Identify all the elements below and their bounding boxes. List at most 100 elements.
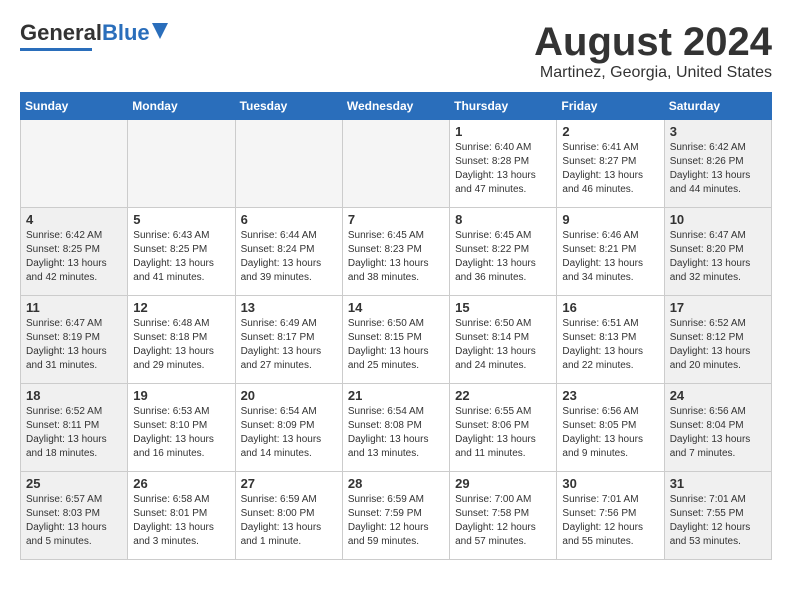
calendar-cell: 19Sunrise: 6:53 AM Sunset: 8:10 PM Dayli… (128, 384, 235, 472)
day-number: 21 (348, 388, 444, 403)
day-info: Sunrise: 7:00 AM Sunset: 7:58 PM Dayligh… (455, 493, 551, 549)
month-title: August 2024 (534, 20, 772, 64)
week-row-2: 4 Sunrise: 6:42 AM Sunset: 8:25 PM Daylig… (21, 208, 772, 296)
day-number: 27 (241, 476, 337, 491)
calendar-cell (235, 120, 342, 208)
day-number: 24 (670, 388, 766, 403)
calendar-cell: 18 Sunrise: 6:52 AM Sunset: 8:11 PM Dayli… (21, 384, 128, 472)
calendar-table: Sunday Monday Tuesday Wednesday Thursday… (20, 92, 772, 560)
day-number: 25 (26, 476, 122, 491)
day-number: 13 (241, 300, 337, 315)
calendar-cell (342, 120, 449, 208)
calendar-header-row: Sunday Monday Tuesday Wednesday Thursday… (21, 93, 772, 120)
logo-blue: Blue (102, 20, 150, 46)
calendar-cell: 4 Sunrise: 6:42 AM Sunset: 8:25 PM Daylig… (21, 208, 128, 296)
calendar-cell: 14Sunrise: 6:50 AM Sunset: 8:15 PM Dayli… (342, 296, 449, 384)
calendar-cell: 8Sunrise: 6:45 AM Sunset: 8:22 PM Daylig… (450, 208, 557, 296)
calendar-cell: 10Sunrise: 6:47 AM Sunset: 8:20 PM Dayli… (664, 208, 771, 296)
day-info: Sunrise: 6:49 AM Sunset: 8:17 PM Dayligh… (241, 317, 337, 373)
calendar-cell: 22Sunrise: 6:55 AM Sunset: 8:06 PM Dayli… (450, 384, 557, 472)
day-number: 3 (670, 124, 766, 139)
day-number: 30 (562, 476, 658, 491)
calendar-cell: 26 Sunrise: 6:58 AM Sunset: 8:01 PM Dayli… (128, 472, 235, 560)
day-info: Sunrise: 6:56 AM Sunset: 8:04 PM Dayligh… (670, 405, 766, 461)
logo: General Blue (20, 20, 168, 51)
day-info: Sunrise: 6:58 AM Sunset: 8:01 PM Dayligh… (133, 493, 229, 549)
day-info: Sunrise: 6:52 AM Sunset: 8:12 PM Dayligh… (670, 317, 766, 373)
day-info: Sunrise: 6:55 AM Sunset: 8:06 PM Dayligh… (455, 405, 551, 461)
day-number: 1 (455, 124, 551, 139)
calendar-cell: 15 Sunrise: 6:50 AM Sunset: 8:14 PM Dayli… (450, 296, 557, 384)
calendar-cell: 17 Sunrise: 6:52 AM Sunset: 8:12 PM Dayli… (664, 296, 771, 384)
day-info: Sunrise: 6:47 AM Sunset: 8:20 PM Dayligh… (670, 229, 766, 285)
col-monday: Monday (128, 93, 235, 120)
week-row-5: 25Sunrise: 6:57 AM Sunset: 8:03 PM Dayli… (21, 472, 772, 560)
col-wednesday: Wednesday (342, 93, 449, 120)
calendar-cell: 28Sunrise: 6:59 AM Sunset: 7:59 PM Dayli… (342, 472, 449, 560)
week-row-3: 11Sunrise: 6:47 AM Sunset: 8:19 PM Dayli… (21, 296, 772, 384)
day-number: 5 (133, 212, 229, 227)
day-info: Sunrise: 6:47 AM Sunset: 8:19 PM Dayligh… (26, 317, 122, 373)
day-number: 7 (348, 212, 444, 227)
calendar-cell: 7 Sunrise: 6:45 AM Sunset: 8:23 PM Daylig… (342, 208, 449, 296)
day-info: Sunrise: 6:52 AM Sunset: 8:11 PM Dayligh… (26, 405, 122, 461)
day-info: Sunrise: 6:46 AM Sunset: 8:21 PM Dayligh… (562, 229, 658, 285)
day-number: 23 (562, 388, 658, 403)
location: Martinez, Georgia, United States (534, 64, 772, 82)
day-number: 8 (455, 212, 551, 227)
week-row-4: 18 Sunrise: 6:52 AM Sunset: 8:11 PM Dayli… (21, 384, 772, 472)
calendar-cell: 27 Sunrise: 6:59 AM Sunset: 8:00 PM Dayli… (235, 472, 342, 560)
day-info: Sunrise: 6:42 AM Sunset: 8:26 PM Dayligh… (670, 141, 766, 197)
day-info: Sunrise: 6:51 AM Sunset: 8:13 PM Dayligh… (562, 317, 658, 373)
calendar-cell: 29 Sunrise: 7:00 AM Sunset: 7:58 PM Dayli… (450, 472, 557, 560)
day-info: Sunrise: 6:43 AM Sunset: 8:25 PM Dayligh… (133, 229, 229, 285)
calendar-cell: 31Sunrise: 7:01 AM Sunset: 7:55 PM Dayli… (664, 472, 771, 560)
calendar-cell: 16 Sunrise: 6:51 AM Sunset: 8:13 PM Dayli… (557, 296, 664, 384)
col-tuesday: Tuesday (235, 93, 342, 120)
day-number: 16 (562, 300, 658, 315)
logo-icon (152, 23, 168, 39)
calendar-cell (128, 120, 235, 208)
day-number: 26 (133, 476, 229, 491)
day-info: Sunrise: 7:01 AM Sunset: 7:55 PM Dayligh… (670, 493, 766, 549)
day-info: Sunrise: 6:42 AM Sunset: 8:25 PM Dayligh… (26, 229, 122, 285)
day-info: Sunrise: 6:59 AM Sunset: 8:00 PM Dayligh… (241, 493, 337, 549)
calendar-cell: 23 Sunrise: 6:56 AM Sunset: 8:05 PM Dayli… (557, 384, 664, 472)
calendar-cell: 20 Sunrise: 6:54 AM Sunset: 8:09 PM Dayli… (235, 384, 342, 472)
calendar-cell: 1Sunrise: 6:40 AM Sunset: 8:28 PM Daylig… (450, 120, 557, 208)
day-info: Sunrise: 6:48 AM Sunset: 8:18 PM Dayligh… (133, 317, 229, 373)
calendar-cell: 6Sunrise: 6:44 AM Sunset: 8:24 PM Daylig… (235, 208, 342, 296)
calendar-cell: 24 Sunrise: 6:56 AM Sunset: 8:04 PM Dayli… (664, 384, 771, 472)
week-row-1: 1Sunrise: 6:40 AM Sunset: 8:28 PM Daylig… (21, 120, 772, 208)
calendar-cell: 11Sunrise: 6:47 AM Sunset: 8:19 PM Dayli… (21, 296, 128, 384)
col-friday: Friday (557, 93, 664, 120)
day-number: 29 (455, 476, 551, 491)
day-info: Sunrise: 6:54 AM Sunset: 8:09 PM Dayligh… (241, 405, 337, 461)
calendar-cell: 12 Sunrise: 6:48 AM Sunset: 8:18 PM Dayli… (128, 296, 235, 384)
day-info: Sunrise: 6:50 AM Sunset: 8:14 PM Dayligh… (455, 317, 551, 373)
day-info: Sunrise: 6:54 AM Sunset: 8:08 PM Dayligh… (348, 405, 444, 461)
day-number: 20 (241, 388, 337, 403)
day-number: 9 (562, 212, 658, 227)
day-number: 15 (455, 300, 551, 315)
day-info: Sunrise: 6:53 AM Sunset: 8:10 PM Dayligh… (133, 405, 229, 461)
col-thursday: Thursday (450, 93, 557, 120)
day-number: 12 (133, 300, 229, 315)
page-header: General Blue August 2024 Martinez, Georg… (20, 20, 772, 82)
calendar-cell (21, 120, 128, 208)
calendar-cell: 21 Sunrise: 6:54 AM Sunset: 8:08 PM Dayli… (342, 384, 449, 472)
calendar-cell: 9 Sunrise: 6:46 AM Sunset: 8:21 PM Daylig… (557, 208, 664, 296)
day-number: 18 (26, 388, 122, 403)
day-info: Sunrise: 6:50 AM Sunset: 8:15 PM Dayligh… (348, 317, 444, 373)
day-number: 17 (670, 300, 766, 315)
calendar-cell: 3 Sunrise: 6:42 AM Sunset: 8:26 PM Daylig… (664, 120, 771, 208)
day-info: Sunrise: 6:44 AM Sunset: 8:24 PM Dayligh… (241, 229, 337, 285)
col-saturday: Saturday (664, 93, 771, 120)
day-info: Sunrise: 6:45 AM Sunset: 8:23 PM Dayligh… (348, 229, 444, 285)
calendar-cell: 25Sunrise: 6:57 AM Sunset: 8:03 PM Dayli… (21, 472, 128, 560)
day-number: 4 (26, 212, 122, 227)
day-info: Sunrise: 6:56 AM Sunset: 8:05 PM Dayligh… (562, 405, 658, 461)
day-info: Sunrise: 6:59 AM Sunset: 7:59 PM Dayligh… (348, 493, 444, 549)
day-number: 2 (562, 124, 658, 139)
calendar-cell: 5 Sunrise: 6:43 AM Sunset: 8:25 PM Daylig… (128, 208, 235, 296)
